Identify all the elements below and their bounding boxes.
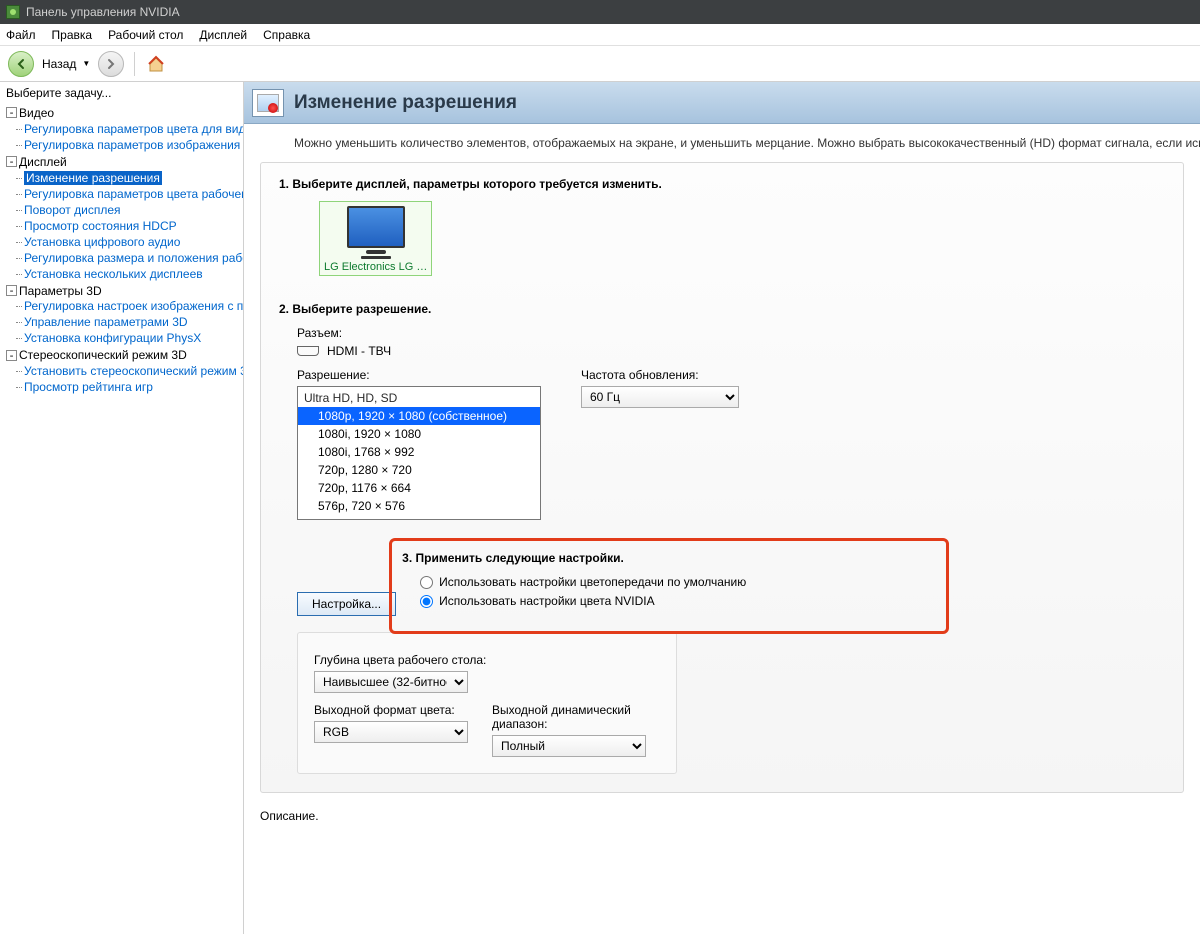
output-format-dropdown[interactable]: RGB [314,721,468,743]
monitor-icon [347,206,405,248]
tree-toggle[interactable]: - [6,107,17,118]
resolution-item[interactable]: 576p, 720 × 576 [298,497,540,515]
tree-item[interactable]: Установка нескольких дисплеев [24,267,203,281]
settings-panel: 1. Выберите дисплей, параметры которого … [260,162,1184,793]
tree-item[interactable]: Регулировка параметров цвета для видео [24,122,243,136]
radio-nvidia-label: Использовать настройки цвета NVIDIA [439,594,654,608]
step3-title: 3. Применить следующие настройки. [402,551,746,565]
tree-toggle[interactable]: - [6,285,17,296]
resolution-group-header: Ultra HD, HD, SD [298,389,540,407]
page-intro: Можно уменьшить количество элементов, от… [244,124,1200,162]
back-label: Назад [42,57,76,71]
forward-button[interactable] [98,51,124,77]
menu-edit[interactable]: Правка [52,28,93,42]
tree-item[interactable]: Просмотр состояния HDCP [24,219,177,233]
connector-value: HDMI - ТВЧ [327,344,391,358]
connector-label: Разъем: [297,326,1165,340]
display-item[interactable]: LG Electronics LG … [319,201,432,276]
window-title: Панель управления NVIDIA [26,5,180,19]
tree-group-label[interactable]: Стереоскопический режим 3D [19,348,187,362]
dynamic-range-dropdown[interactable]: Полный [492,735,646,757]
hdmi-icon [297,346,319,356]
menu-desktop[interactable]: Рабочий стол [108,28,183,42]
tree-group-label[interactable]: Параметры 3D [19,283,102,297]
resolution-item[interactable]: 720p, 1176 × 664 [298,479,540,497]
menu-display[interactable]: Дисплей [199,28,247,42]
dynamic-range-label: Выходной динамический диапазон: [492,703,660,731]
menu-file[interactable]: Файл [6,28,36,42]
radio-default-label: Использовать настройки цветопередачи по … [439,575,746,589]
resolution-icon [252,89,284,117]
tree-item[interactable]: Регулировка параметров изображения для в… [24,138,243,152]
menu-help[interactable]: Справка [263,28,310,42]
arrow-right-icon [104,57,118,71]
refresh-rate-dropdown[interactable]: 60 Гц [581,386,739,408]
color-settings-group: Глубина цвета рабочего стола: Наивысшее … [297,632,677,774]
toolbar-separator [134,52,135,76]
back-dropdown-caret[interactable]: ▼ [82,59,90,68]
home-icon [147,55,165,73]
radio-default-color[interactable] [420,576,433,589]
tree-item[interactable]: Поворот дисплея [24,203,121,217]
tree-group-label[interactable]: Видео [19,106,54,120]
tree-group-label[interactable]: Дисплей [19,155,67,169]
resolution-listbox[interactable]: Ultra HD, HD, SD1080p, 1920 × 1080 (собс… [297,386,541,520]
tree-item[interactable]: Установка конфигурации PhysX [24,331,201,345]
nvidia-icon [6,5,20,19]
customize-button[interactable]: Настройка... [297,592,396,616]
titlebar: Панель управления NVIDIA [0,0,1200,24]
refresh-label: Частота обновления: [581,368,739,382]
content: Изменение разрешения Можно уменьшить кол… [244,82,1200,934]
tree-item[interactable]: Установка цифрового аудио [24,235,180,249]
page-title: Изменение разрешения [294,92,517,114]
resolution-item[interactable]: 1080i, 1920 × 1080 [298,425,540,443]
tree-item[interactable]: Регулировка параметров цвета рабочего ст… [24,187,243,201]
display-name: LG Electronics LG … [324,261,427,273]
tree-item[interactable]: Регулировка размера и положения рабочего… [24,251,243,265]
home-button[interactable] [145,53,167,75]
resolution-item[interactable]: 480p, 720 × 480 [298,515,540,520]
resolution-item[interactable]: 720p, 1280 × 720 [298,461,540,479]
output-format-label: Выходной формат цвета: [314,703,468,717]
tree-item[interactable]: Изменение разрешения [24,171,162,185]
arrow-left-icon [14,57,28,71]
tree-item[interactable]: Просмотр рейтинга игр [24,380,153,394]
resolution-label: Разрешение: [297,368,541,382]
radio-nvidia-color[interactable] [420,595,433,608]
color-depth-label: Глубина цвета рабочего стола: [314,653,660,667]
sidebar-title: Выберите задачу... [6,86,243,100]
tree-item[interactable]: Установить стереоскопический режим 3D [24,364,243,378]
resolution-item[interactable]: 1080p, 1920 × 1080 (собственное) [298,407,540,425]
tree-toggle[interactable]: - [6,156,17,167]
sidebar: Выберите задачу... -ВидеоРегулировка пар… [0,82,244,934]
highlight-box: 3. Применить следующие настройки. Исполь… [389,538,949,634]
resolution-item[interactable]: 1080i, 1768 × 992 [298,443,540,461]
task-tree: -ВидеоРегулировка параметров цвета для в… [6,104,243,395]
tree-item[interactable]: Управление параметрами 3D [24,315,188,329]
step2-title: 2. Выберите разрешение. [279,302,1165,316]
tree-item[interactable]: Регулировка настроек изображения с просм… [24,299,243,313]
color-depth-dropdown[interactable]: Наивысшее (32-битное) [314,671,468,693]
toolbar: Назад ▼ [0,46,1200,82]
back-button[interactable] [8,51,34,77]
page-header: Изменение разрешения [244,82,1200,124]
menubar: Файл Правка Рабочий стол Дисплей Справка [0,24,1200,46]
description-label: Описание. [260,809,1200,823]
step1-title: 1. Выберите дисплей, параметры которого … [279,177,1165,191]
tree-toggle[interactable]: - [6,350,17,361]
